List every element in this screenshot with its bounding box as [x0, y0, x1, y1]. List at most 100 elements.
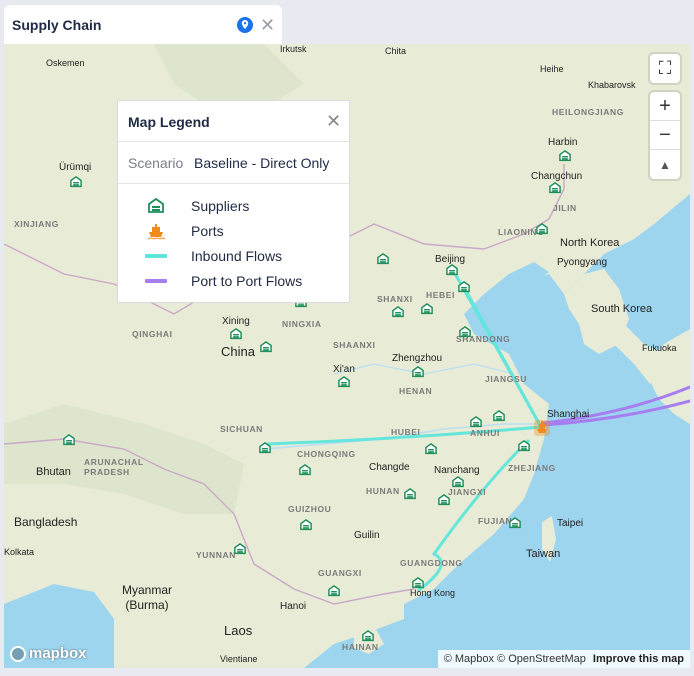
inbound-flow-line [462, 285, 543, 429]
supplier-warehouse-icon[interactable] [468, 415, 484, 429]
supplier-warehouse-icon[interactable] [450, 475, 466, 489]
supplier-warehouse-icon[interactable] [516, 439, 532, 453]
map-label-city: Chita [385, 46, 407, 56]
supplier-warehouse-icon[interactable] [390, 305, 406, 319]
tab-close-icon[interactable]: ✕ [260, 16, 275, 34]
map-label-province: GUANGDONG [400, 558, 463, 568]
improve-map-link[interactable]: Improve this map [593, 653, 684, 665]
supplier-warehouse-icon[interactable] [507, 516, 523, 530]
fullscreen-control: ⛶ [650, 54, 680, 83]
legend-item-label: Port to Port Flows [191, 273, 303, 289]
map-label-country: Myanmar (Burma) [121, 583, 172, 612]
legend-item-suppliers: Suppliers [128, 197, 338, 217]
map-label-province: JILIN [553, 203, 577, 213]
map-label-city: Khabarovsk [588, 80, 636, 90]
map-label-province: HENAN [399, 386, 433, 396]
map-attribution: © Mapbox © OpenStreetMap Improve this ma… [437, 650, 690, 668]
line-icon [145, 279, 167, 283]
supplier-warehouse-icon[interactable] [257, 441, 273, 455]
legend-title: Map Legend [128, 114, 210, 130]
legend-item-label: Suppliers [191, 198, 250, 214]
map-canvas[interactable]: China North Korea South Korea Taiwan Mya… [4, 44, 690, 668]
supplier-warehouse-icon[interactable] [297, 463, 313, 477]
supplier-warehouse-icon[interactable] [360, 629, 376, 643]
zoom-out-button[interactable]: − [650, 121, 680, 150]
map-label-country: North Korea [560, 237, 620, 249]
map-label-province: HAINAN [342, 642, 379, 652]
map-label-province: QINGHAI [132, 329, 173, 339]
supplier-warehouse-icon[interactable] [232, 542, 248, 556]
legend-item-ports: Ports [128, 222, 338, 242]
map-label-country: Bangladesh [14, 515, 78, 529]
mapbox-logo[interactable]: mapbox [10, 645, 87, 662]
ship-icon [147, 224, 166, 240]
map-label-province: GUIZHOU [288, 504, 332, 514]
supplier-warehouse-icon[interactable] [326, 584, 342, 598]
port-marker-icon[interactable] [533, 419, 551, 437]
legend-divider [118, 141, 349, 142]
map-label-province: ARUNACHAL PRADESH [84, 457, 144, 477]
compass-icon[interactable]: ▲ [650, 150, 680, 179]
supplier-warehouse-icon[interactable] [457, 325, 473, 339]
map-label-city: Irkutsk [280, 44, 307, 54]
map-label-city: Heihe [540, 64, 564, 74]
map-label-city: Harbin [548, 137, 578, 148]
legend-item-port-to-port-flows: Port to Port Flows [128, 272, 338, 292]
supplier-warehouse-icon[interactable] [444, 263, 460, 277]
supplier-warehouse-icon[interactable] [228, 327, 244, 341]
map-label-province: YUNNAN [196, 550, 236, 560]
supplier-warehouse-icon[interactable] [547, 181, 563, 195]
map-label-province: SHANXI [377, 294, 413, 304]
legend-close-icon[interactable]: ✕ [326, 111, 341, 131]
map-label-country: China [221, 344, 255, 359]
supplier-warehouse-icon[interactable] [375, 252, 391, 266]
map-label-city: Guilin [354, 530, 380, 541]
supplier-warehouse-icon[interactable] [402, 487, 418, 501]
map-label-province: ZHEJIANG [508, 463, 556, 473]
location-pin-icon[interactable] [236, 16, 254, 34]
supplier-warehouse-icon[interactable] [336, 375, 352, 389]
zoom-in-button[interactable]: + [650, 92, 680, 121]
map-tab[interactable]: Supply Chain ✕ [4, 5, 282, 45]
map-label-province: HEILONGJIANG [552, 107, 624, 117]
supplier-warehouse-icon[interactable] [534, 222, 550, 236]
supplier-warehouse-icon[interactable] [557, 149, 573, 163]
map-label-province: HUNAN [366, 486, 400, 496]
map-label-city: Zhengzhou [392, 353, 443, 364]
map-label-city: Oskemen [46, 58, 85, 68]
map-label-province: SICHUAN [220, 424, 263, 434]
supplier-warehouse-icon[interactable] [68, 175, 84, 189]
map-label-province: XINJIANG [14, 219, 59, 229]
map-label-city: Changde [369, 462, 410, 473]
map-label-city: Ürümqi [59, 162, 92, 173]
supplier-warehouse-icon[interactable] [436, 493, 452, 507]
map-label-city: Pyongyang [557, 257, 608, 268]
supplier-warehouse-icon[interactable] [410, 365, 426, 379]
map-label-province: HUBEI [391, 427, 421, 437]
map-label-province: CHONGQING [297, 449, 356, 459]
supplier-warehouse-icon[interactable] [258, 340, 274, 354]
map-label-country: Bhutan [36, 466, 71, 478]
map-label-city: Vientiane [220, 654, 258, 664]
map-label-city: Kolkata [4, 547, 35, 557]
map-label-city: Taipei [557, 518, 584, 529]
legend-divider [118, 183, 349, 184]
map-label-province: GUANGXI [318, 568, 362, 578]
map-label-city: Hanoi [280, 601, 307, 612]
supplier-warehouse-icon[interactable] [61, 433, 77, 447]
supplier-warehouse-icon[interactable] [410, 576, 426, 590]
map-label-province: NINGXIA [282, 319, 322, 329]
mapbox-ring-icon [10, 645, 26, 662]
supplier-warehouse-icon[interactable] [456, 280, 472, 294]
attribution-text[interactable]: © Mapbox © OpenStreetMap [444, 653, 586, 665]
map-label-province: ANHUI [470, 428, 500, 438]
supplier-warehouse-icon[interactable] [491, 409, 507, 423]
supplier-warehouse-icon[interactable] [419, 302, 435, 316]
map-label-country: Laos [224, 623, 253, 638]
tab-title: Supply Chain [12, 17, 102, 33]
supplier-warehouse-icon[interactable] [423, 442, 439, 456]
supplier-warehouse-icon[interactable] [298, 518, 314, 532]
legend-item-inbound-flows: Inbound Flows [128, 247, 338, 267]
map-label-province: JIANGSU [485, 374, 527, 384]
fullscreen-icon[interactable]: ⛶ [650, 54, 680, 83]
